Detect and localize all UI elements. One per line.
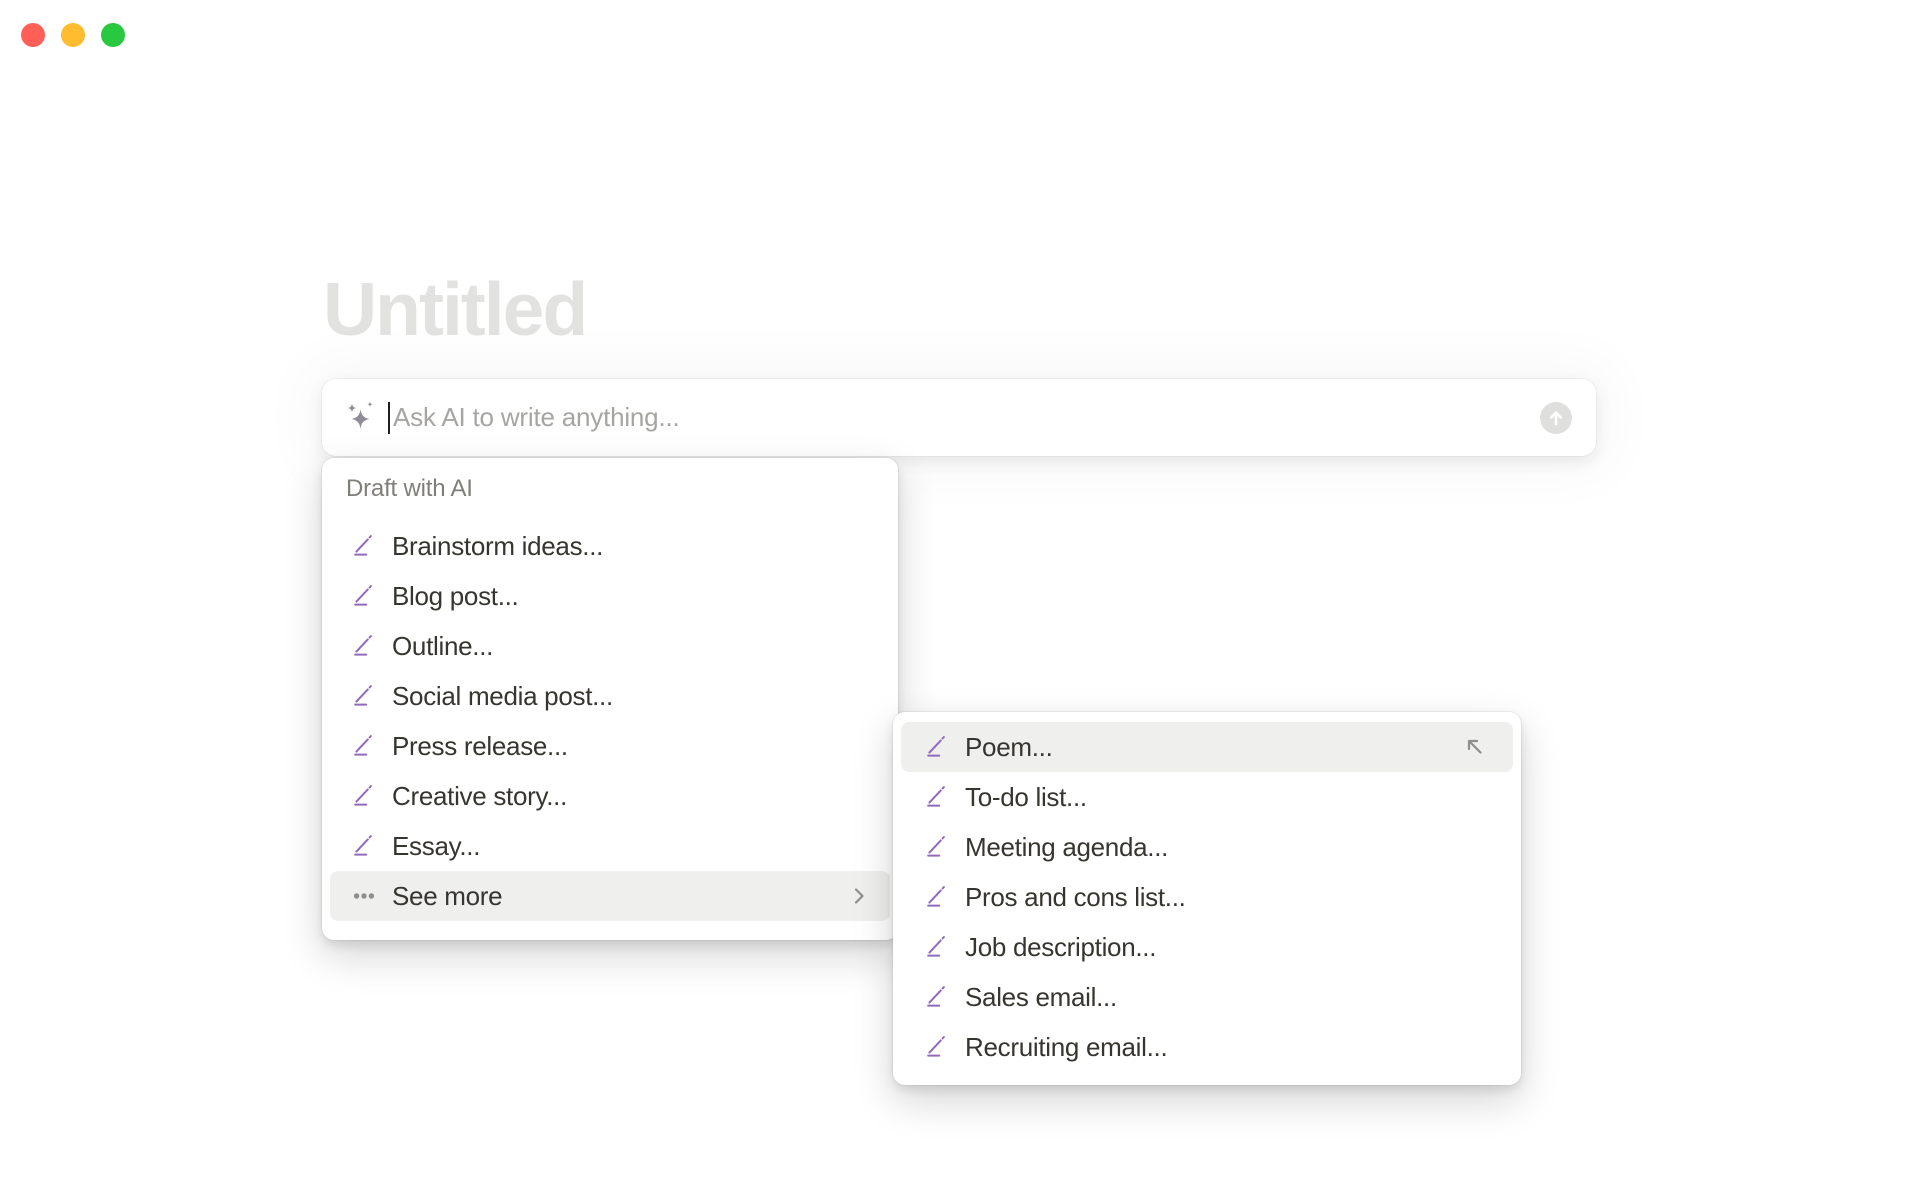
pencil-icon: [352, 734, 376, 758]
menu-item-label: To-do list...: [965, 781, 1087, 812]
menu-item-creative-story[interactable]: Creative story...: [330, 771, 890, 821]
pencil-icon: [352, 634, 376, 658]
close-button[interactable]: [21, 23, 45, 47]
pencil-icon: [925, 1035, 949, 1059]
menu-item-label: Brainstorm ideas...: [392, 530, 604, 561]
menu-item-label: Press release...: [392, 730, 568, 761]
menu-item-label: Blog post...: [392, 580, 519, 611]
ai-input-bar[interactable]: Ask AI to write anything...: [322, 379, 1596, 456]
menu-item-brainstorm-ideas[interactable]: Brainstorm ideas...: [330, 521, 890, 571]
menu-item-label: Sales email...: [965, 981, 1117, 1012]
pencil-icon: [925, 935, 949, 959]
pencil-icon: [352, 834, 376, 858]
menu-item-label: See more: [392, 880, 503, 911]
menu-item-essay[interactable]: Essay...: [330, 821, 890, 871]
draft-with-ai-menu: Draft with AI Brainstorm ideas... Blog p…: [322, 458, 898, 940]
menu-item-to-do-list[interactable]: To-do list...: [901, 772, 1513, 822]
pencil-icon: [925, 785, 949, 809]
pencil-icon: [925, 885, 949, 909]
pencil-icon: [352, 534, 376, 558]
menu-item-job-description[interactable]: Job description...: [901, 922, 1513, 972]
menu-header: Draft with AI: [346, 475, 473, 502]
pencil-icon: [352, 584, 376, 608]
menu-item-see-more[interactable]: See more: [330, 871, 890, 921]
menu-item-recruiting-email[interactable]: Recruiting email...: [901, 1022, 1513, 1072]
menu-item-label: Job description...: [965, 931, 1157, 962]
window-controls: [21, 23, 125, 47]
chevron-right-icon: [848, 885, 870, 907]
menu-item-label: Outline...: [392, 630, 494, 661]
zoom-button[interactable]: [101, 23, 125, 47]
menu-item-sales-email[interactable]: Sales email...: [901, 972, 1513, 1022]
menu-item-label: Pros and cons list...: [965, 881, 1186, 912]
menu-item-meeting-agenda[interactable]: Meeting agenda...: [901, 822, 1513, 872]
see-more-submenu: Poem... To-do list... Meeting agenda... …: [893, 712, 1521, 1085]
menu-item-social-media-post[interactable]: Social media post...: [330, 671, 890, 721]
menu-item-outline[interactable]: Outline...: [330, 621, 890, 671]
menu-item-poem[interactable]: Poem...: [901, 722, 1513, 772]
menu-item-label: Essay...: [392, 830, 481, 861]
pencil-icon: [352, 784, 376, 808]
ai-input-placeholder: Ask AI to write anything...: [393, 402, 680, 432]
pencil-icon: [925, 735, 949, 759]
arrow-up-left-icon: [1463, 735, 1487, 759]
menu-item-label: Poem...: [965, 731, 1053, 762]
ai-sparkle-icon: [344, 400, 378, 436]
arrow-up-icon: [1546, 408, 1566, 428]
menu-item-pros-and-cons-list[interactable]: Pros and cons list...: [901, 872, 1513, 922]
menu-item-press-release[interactable]: Press release...: [330, 721, 890, 771]
pencil-icon: [925, 835, 949, 859]
menu-item-label: Social media post...: [392, 680, 613, 711]
pencil-icon: [925, 985, 949, 1009]
pencil-icon: [352, 684, 376, 708]
text-cursor: [388, 401, 390, 434]
page-title[interactable]: Untitled: [323, 266, 588, 352]
submit-button[interactable]: [1540, 401, 1572, 434]
menu-item-blog-post[interactable]: Blog post...: [330, 571, 890, 621]
menu-item-label: Meeting agenda...: [965, 831, 1169, 862]
menu-item-label: Creative story...: [392, 780, 568, 811]
ellipsis-icon: [352, 884, 376, 908]
menu-item-label: Recruiting email...: [965, 1031, 1168, 1062]
minimize-button[interactable]: [61, 23, 85, 47]
